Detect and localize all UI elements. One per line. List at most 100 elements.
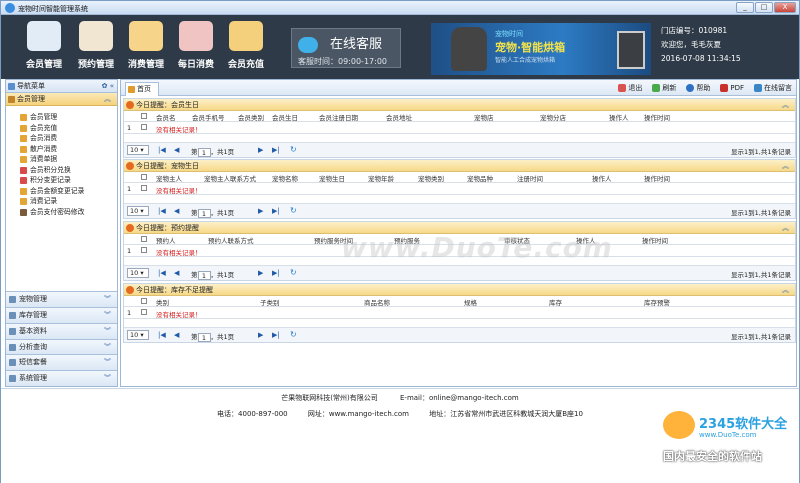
column-header[interactable]: 宠物主人联系方式 <box>204 173 256 183</box>
sidebar-section-pet[interactable]: 宠物管理 ︾ <box>6 291 117 308</box>
column-header[interactable]: 会员生日 <box>272 112 298 122</box>
nav-member-management[interactable]: 会员管理 <box>21 21 67 77</box>
page-size-select[interactable]: 10 ▾ <box>127 330 149 340</box>
prev-page-icon[interactable]: ◀ <box>174 331 179 339</box>
column-header[interactable]: 会员注册日期 <box>319 112 358 122</box>
sidebar-section-analysis[interactable]: 分析查询 ︾ <box>6 338 117 355</box>
sidebar-item-member-consumption[interactable]: 会员消费 <box>20 133 117 144</box>
column-header[interactable]: 预约人 <box>156 235 176 245</box>
panel-header[interactable]: 今日提醒：库存不足提醒 ︽ <box>124 284 795 296</box>
column-header[interactable]: 会员类别 <box>238 112 264 122</box>
sidebar-item-consumption-log[interactable]: 消费记录 <box>20 196 117 207</box>
collapse-sidebar-icon[interactable]: ✿ « <box>102 80 114 93</box>
column-header[interactable]: 宠物生日 <box>319 173 345 183</box>
page-input[interactable]: 1 <box>197 208 211 218</box>
select-all-checkbox[interactable] <box>141 298 147 304</box>
reload-icon[interactable]: ↻ <box>290 206 297 215</box>
reload-icon[interactable]: ↻ <box>290 330 297 339</box>
next-page-icon[interactable]: ▶ <box>258 269 263 277</box>
page-size-select[interactable]: 10 ▾ <box>127 268 149 278</box>
column-header[interactable]: 操作时间 <box>644 173 670 183</box>
online-service-button[interactable]: 在线客服 客服时间：09:00-17:00 <box>291 28 401 68</box>
sidebar-item-points-exchange[interactable]: 会员积分兑换 <box>20 165 117 176</box>
sidebar-item-member-recharge[interactable]: 会员充值 <box>20 123 117 134</box>
nav-consumption-management[interactable]: 消费管理 <box>123 21 169 77</box>
last-page-icon[interactable]: ▶| <box>272 207 280 215</box>
column-header[interactable]: 宠物主人 <box>156 173 182 183</box>
column-header[interactable]: 预约人联系方式 <box>208 235 254 245</box>
row-checkbox[interactable] <box>141 185 147 191</box>
nav-appointment-management[interactable]: 预约管理 <box>73 21 119 77</box>
next-page-icon[interactable]: ▶ <box>258 331 263 339</box>
column-header[interactable]: 子类别 <box>260 297 280 307</box>
column-header[interactable]: 操作时间 <box>644 112 670 122</box>
next-page-icon[interactable]: ▶ <box>258 207 263 215</box>
column-header[interactable]: 宠物名称 <box>272 173 298 183</box>
prev-page-icon[interactable]: ◀ <box>174 146 179 154</box>
sidebar-item-member-management[interactable]: 会员管理 <box>20 112 117 123</box>
sidebar-section-system[interactable]: 系统管理 ︾ <box>6 370 117 386</box>
ad-banner[interactable]: 宠物时间 宠物·智能烘箱 智能人工合成宠物烘箱 <box>431 23 651 75</box>
page-size-select[interactable]: 10 ▾ <box>127 206 149 216</box>
last-page-icon[interactable]: ▶| <box>272 331 280 339</box>
column-header[interactable]: 会员手机号 <box>192 112 225 122</box>
maximize-button[interactable]: □ <box>755 2 773 13</box>
sidebar-section-basic-data[interactable]: 基本资料 ︾ <box>6 322 117 339</box>
sidebar-item-retail-consumption[interactable]: 散户消费 <box>20 144 117 155</box>
select-all-checkbox[interactable] <box>141 236 147 242</box>
sidebar-section-member[interactable]: 会员管理 ︽ <box>6 93 117 106</box>
next-page-icon[interactable]: ▶ <box>258 146 263 154</box>
first-page-icon[interactable]: |◀ <box>158 269 166 277</box>
first-page-icon[interactable]: |◀ <box>158 207 166 215</box>
minimize-button[interactable]: _ <box>736 2 754 13</box>
prev-page-icon[interactable]: ◀ <box>174 269 179 277</box>
column-header[interactable]: 操作人 <box>592 173 612 183</box>
nav-member-recharge[interactable]: 会员充值 <box>223 21 269 77</box>
column-header[interactable]: 宠物年龄 <box>368 173 394 183</box>
sidebar-section-inventory[interactable]: 库存管理 ︾ <box>6 307 117 323</box>
logout-button[interactable]: 退出 <box>618 83 642 93</box>
nav-daily-consumption[interactable]: 每日消费 <box>173 21 219 77</box>
sidebar-section-sms[interactable]: 短信套餐 ︾ <box>6 354 117 371</box>
column-header[interactable]: 库存预警 <box>644 297 670 307</box>
reload-icon[interactable]: ↻ <box>290 268 297 277</box>
reload-icon[interactable]: ↻ <box>290 145 297 154</box>
first-page-icon[interactable]: |◀ <box>158 331 166 339</box>
column-header[interactable]: 规格 <box>464 297 477 307</box>
page-input[interactable]: 1 <box>197 147 211 157</box>
chevron-up-icon[interactable]: ︽ <box>782 284 789 296</box>
sidebar-item-consumption-receipts[interactable]: 消费单据 <box>20 154 117 165</box>
column-header[interactable]: 宠物店 <box>474 112 494 122</box>
column-header[interactable]: 会员地址 <box>386 112 412 122</box>
sidebar-item-payment-password[interactable]: 会员支付密码修改 <box>20 207 117 218</box>
prev-page-icon[interactable]: ◀ <box>174 207 179 215</box>
page-input[interactable]: 1 <box>197 270 211 280</box>
close-button[interactable]: X <box>774 2 796 13</box>
column-header[interactable]: 宠物分店 <box>540 112 566 122</box>
column-header[interactable]: 宠物品种 <box>467 173 493 183</box>
first-page-icon[interactable]: |◀ <box>158 146 166 154</box>
select-all-checkbox[interactable] <box>141 174 147 180</box>
last-page-icon[interactable]: ▶| <box>272 146 280 154</box>
select-all-checkbox[interactable] <box>141 113 147 119</box>
panel-header[interactable]: 今日提醒：会员生日 ︽ <box>124 99 795 111</box>
row-checkbox[interactable] <box>141 124 147 130</box>
panel-header[interactable]: 今日提醒：宠物生日 ︽ <box>124 160 795 172</box>
chevron-up-icon[interactable]: ︽ <box>782 99 789 111</box>
message-button[interactable]: 在线留言 <box>754 83 792 93</box>
tab-home[interactable]: 首页 <box>125 82 159 96</box>
chevron-up-icon[interactable]: ︽ <box>782 222 789 234</box>
last-page-icon[interactable]: ▶| <box>272 269 280 277</box>
column-header[interactable]: 操作时间 <box>642 235 668 245</box>
row-checkbox[interactable] <box>141 247 147 253</box>
row-checkbox[interactable] <box>141 309 147 315</box>
column-header[interactable]: 宠物类别 <box>418 173 444 183</box>
refresh-button[interactable]: 刷新 <box>652 83 676 93</box>
column-header[interactable]: 注册时间 <box>517 173 543 183</box>
help-button[interactable]: 帮助 <box>686 83 710 93</box>
column-header[interactable]: 商品名称 <box>364 297 390 307</box>
pdf-button[interactable]: PDF <box>720 83 744 93</box>
column-header[interactable]: 库存 <box>549 297 562 307</box>
column-header[interactable]: 类别 <box>156 297 169 307</box>
sidebar-item-points-change-log[interactable]: 积分变更记录 <box>20 175 117 186</box>
